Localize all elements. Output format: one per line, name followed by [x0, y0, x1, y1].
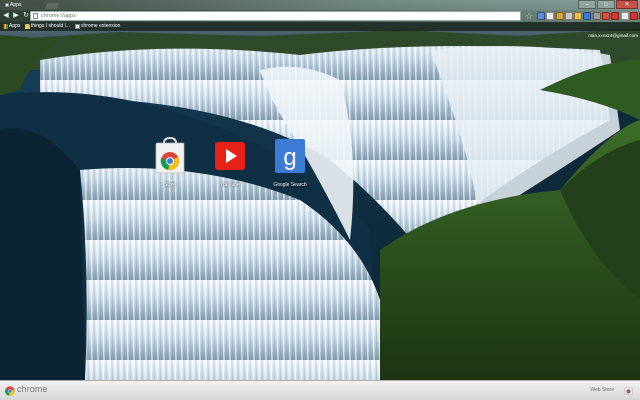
extension-icons [537, 12, 640, 20]
app-tile-youtube[interactable]: YouTube [200, 137, 260, 188]
new-tab-button[interactable] [44, 3, 60, 9]
account-email[interactable]: nsia.xxxx24@gmail.com [588, 33, 638, 38]
bookmark-folder[interactable]: things I should l... [24, 22, 70, 31]
bookmark-apps[interactable]: Apps [2, 22, 20, 31]
app-label: Google Search [273, 182, 307, 188]
google-search-icon: g [275, 139, 305, 173]
web-store-link[interactable]: Web Store [590, 387, 614, 393]
minimize-button[interactable]: – [578, 0, 596, 9]
maximize-button[interactable]: □ [597, 0, 615, 9]
bookmarks-bar: Apps things I should l... chrome extensi… [0, 22, 640, 31]
chrome-wordmark: chrome [17, 384, 48, 394]
extension-icon[interactable] [611, 12, 620, 20]
address-bar-url: chrome://apps [41, 13, 76, 19]
extension-icon[interactable] [537, 12, 545, 20]
extension-icon[interactable] [546, 12, 555, 20]
address-bar[interactable]: chrome://apps [30, 11, 521, 21]
page-icon [75, 24, 80, 29]
close-button[interactable]: ✕ [616, 0, 638, 9]
folder-icon [25, 24, 30, 29]
youtube-icon [215, 142, 245, 170]
bookmark-label: Apps [9, 23, 21, 29]
bookmark-label: things I should l... [31, 23, 70, 29]
extension-icon[interactable] [602, 12, 611, 20]
app-tile-store[interactable]: Store [140, 137, 200, 188]
bottom-bar: chrome Web Store [0, 380, 640, 400]
web-store-icon [155, 137, 185, 174]
tab-apps[interactable]: Apps [4, 1, 44, 10]
window-titlebar: Apps – □ ✕ [0, 0, 640, 10]
tab-title: Apps [10, 2, 22, 8]
extension-icon[interactable] [629, 12, 638, 20]
extension-icon[interactable] [564, 12, 573, 20]
bookmark-chrome-extension[interactable]: chrome extension [74, 22, 120, 31]
extension-icon[interactable] [620, 12, 629, 20]
svg-text:g: g [283, 144, 296, 171]
extension-icon[interactable] [592, 12, 601, 20]
apps-icon [3, 24, 8, 29]
reload-icon[interactable]: ↻ [22, 12, 30, 20]
page-icon [5, 3, 9, 7]
chrome-logo-icon [5, 386, 15, 396]
web-store-icon[interactable] [624, 386, 633, 395]
theme-background-image [0, 0, 640, 400]
bookmark-label: chrome extension [81, 23, 121, 29]
app-label: Store [164, 182, 176, 188]
extension-icon[interactable] [574, 12, 583, 20]
bookmark-star-icon[interactable]: ☆ [524, 11, 534, 21]
browser-toolbar: ◀ ▶ ↻ chrome://apps ☆ [0, 10, 640, 22]
extension-icon[interactable] [555, 12, 564, 20]
page-icon [33, 13, 38, 19]
app-tile-google-search[interactable]: g Google Search [260, 137, 320, 188]
forward-icon[interactable]: ▶ [12, 12, 20, 20]
app-label: YouTube [220, 182, 240, 188]
extension-icon[interactable] [583, 12, 592, 20]
back-icon[interactable]: ◀ [2, 12, 10, 20]
window-controls: – □ ✕ [577, 0, 638, 10]
